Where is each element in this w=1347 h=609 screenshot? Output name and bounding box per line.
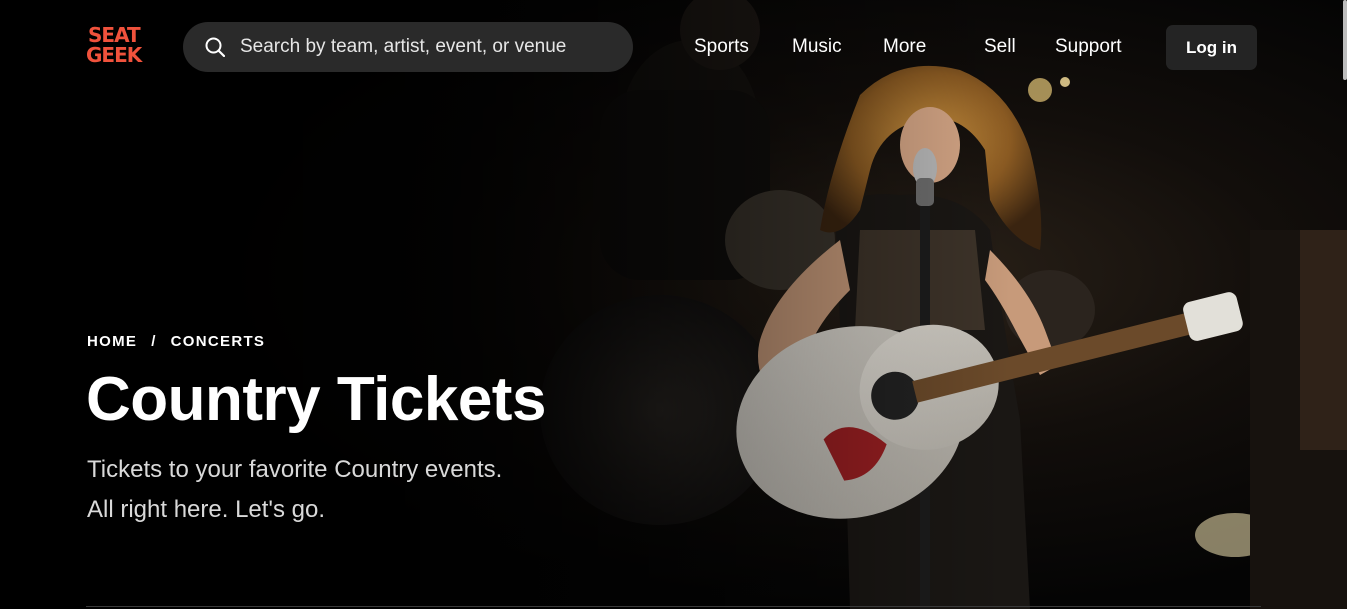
nav-music[interactable]: Music — [792, 36, 842, 60]
seatgeek-logo[interactable]: SEAT GEEK — [86, 25, 146, 69]
breadcrumb-separator: / — [151, 333, 157, 350]
search-icon — [205, 37, 226, 58]
subtitle-line-1: Tickets to your favorite Country events. — [87, 456, 503, 483]
login-button[interactable]: Log in — [1166, 25, 1257, 70]
logo-line-2: GEEK — [86, 43, 142, 67]
page-scrollbar[interactable] — [1343, 0, 1347, 80]
nav-more[interactable]: More — [883, 36, 926, 60]
section-divider — [86, 606, 1261, 607]
nav-sell[interactable]: Sell — [984, 36, 1016, 60]
page-title: Country Tickets — [86, 365, 546, 434]
nav-support[interactable]: Support — [1055, 36, 1122, 60]
breadcrumb-concerts[interactable]: CONCERTS — [171, 333, 266, 350]
page-subtitle: Tickets to your favorite Country events.… — [87, 450, 607, 530]
subtitle-line-2: All right here. Let's go. — [87, 496, 326, 523]
breadcrumb-home[interactable]: HOME — [87, 333, 137, 350]
breadcrumb: HOME / CONCERTS — [87, 333, 265, 350]
logo-line-1: SEAT — [88, 23, 141, 47]
site-header: SEAT GEEK Sports Music More Sell Support… — [0, 0, 1347, 96]
page: SEAT GEEK Sports Music More Sell Support… — [0, 0, 1347, 609]
search-bar[interactable] — [183, 22, 633, 72]
nav-sports[interactable]: Sports — [694, 36, 749, 60]
search-input[interactable] — [238, 35, 622, 59]
